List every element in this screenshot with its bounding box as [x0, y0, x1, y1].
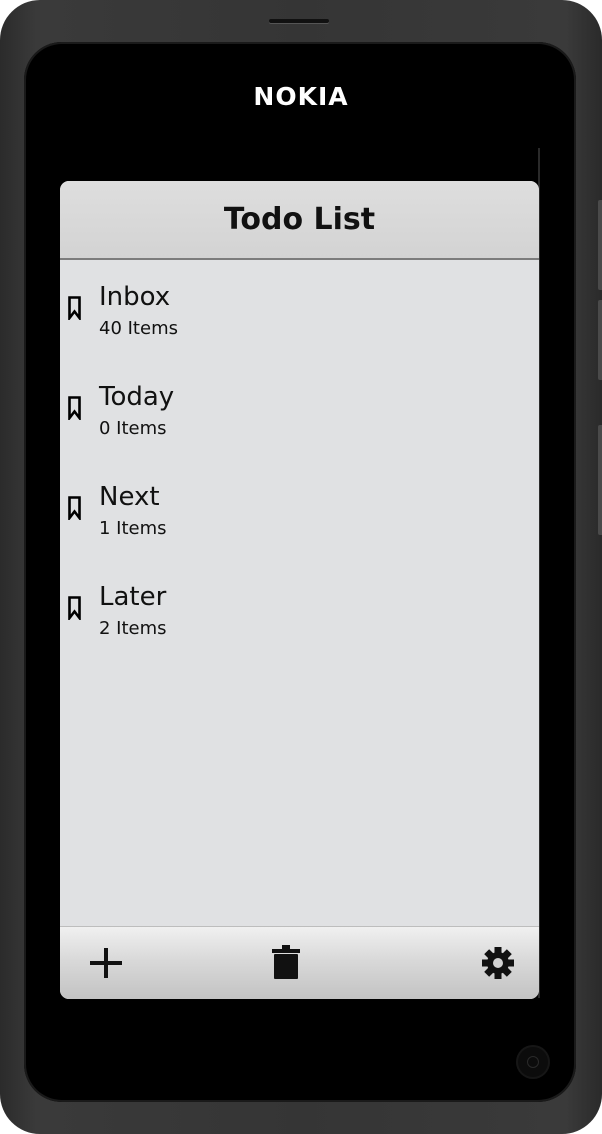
todo-lists: Inbox 40 Items Today 0 Items Next 1 Item…: [60, 260, 539, 660]
list-item-inbox[interactable]: Inbox 40 Items: [60, 260, 539, 360]
list-item-count: 1 Items: [99, 518, 167, 539]
list-item-count: 40 Items: [99, 318, 178, 339]
bookmark-icon: [68, 296, 81, 320]
front-camera: [516, 1045, 550, 1079]
page-title: Todo List: [223, 202, 376, 237]
brand-logo: NOKIA: [253, 82, 349, 111]
list-item-name: Next: [99, 482, 160, 512]
list-item-name: Inbox: [99, 282, 171, 312]
list-item-count: 2 Items: [99, 618, 167, 639]
trash-icon: [272, 945, 300, 979]
phone-device: NOKIA Todo List Inbox 40 Items Today 0 I…: [0, 0, 602, 1134]
list-item-today[interactable]: Today 0 Items: [60, 360, 539, 460]
plus-icon: [90, 948, 122, 978]
app-screen: Todo List Inbox 40 Items Today 0 Items N…: [60, 181, 539, 999]
list-item-next[interactable]: Next 1 Items: [60, 460, 539, 560]
app-header: Todo List: [60, 181, 539, 260]
bookmark-icon: [68, 396, 81, 420]
list-item-name: Today: [99, 382, 175, 412]
settings-button[interactable]: [476, 941, 520, 985]
bottom-toolbar: [60, 926, 539, 999]
list-item-count: 0 Items: [99, 418, 167, 439]
add-button[interactable]: [84, 941, 128, 985]
earpiece: [269, 19, 329, 23]
list-item-name: Later: [99, 582, 167, 612]
list-item-later[interactable]: Later 2 Items: [60, 560, 539, 660]
bookmark-icon: [68, 596, 81, 620]
side-button-volume: [598, 200, 602, 290]
bookmark-icon: [68, 496, 81, 520]
side-button-camera: [598, 425, 602, 535]
delete-button[interactable]: [264, 941, 308, 985]
side-button-lock: [598, 300, 602, 380]
gear-icon: [482, 947, 514, 979]
